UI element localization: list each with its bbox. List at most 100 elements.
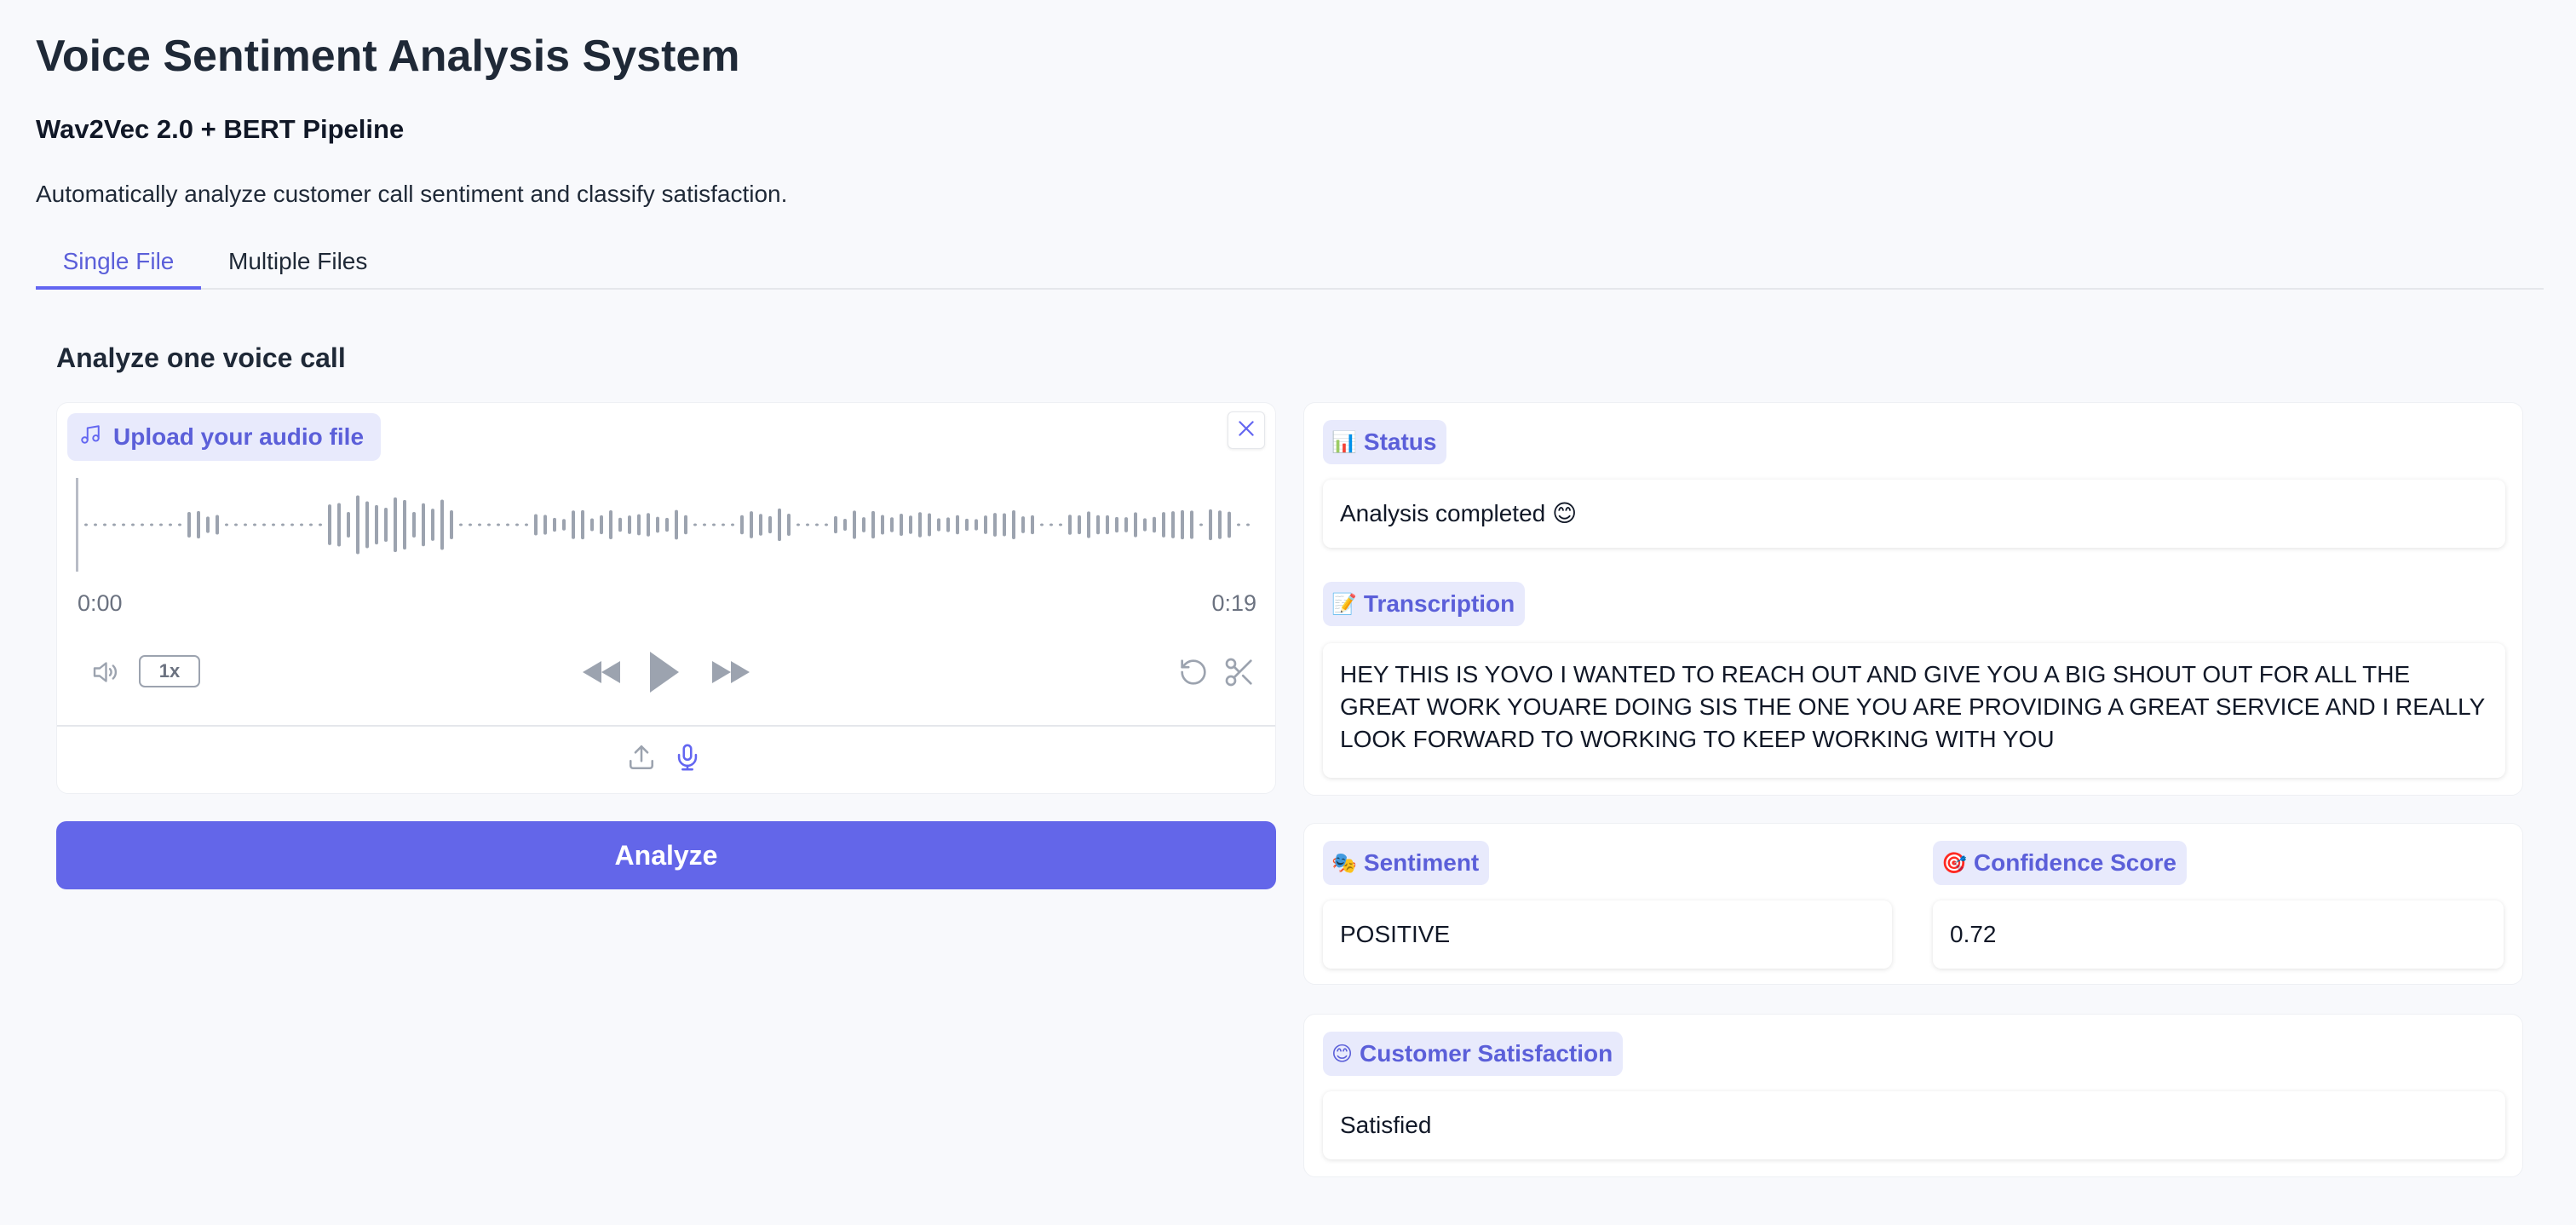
- fast-forward-icon[interactable]: [710, 655, 752, 689]
- waveform-bar: [1134, 512, 1137, 538]
- waveform-bar: [1115, 516, 1118, 533]
- waveform-bar: [122, 523, 125, 526]
- waveform-bar: [1209, 509, 1212, 541]
- waveform-bar: [403, 499, 406, 550]
- app-title: Voice Sentiment Analysis System: [36, 32, 740, 81]
- waveform-bar: [1087, 511, 1090, 538]
- waveform-bar: [1153, 516, 1156, 533]
- audio-panel: Upload your audio file 0:00 0:19 1x: [56, 402, 1276, 794]
- waveform-bar: [909, 515, 912, 534]
- app-description: Automatically analyze customer call sent…: [36, 181, 788, 207]
- waveform-bar: [1012, 510, 1015, 539]
- waveform-bar: [834, 515, 837, 534]
- waveform-bar: [600, 515, 603, 535]
- waveform-bar: [1021, 516, 1025, 533]
- microphone-icon[interactable]: [670, 739, 704, 776]
- satisfaction-value: Satisfied: [1323, 1091, 2505, 1159]
- transcription-label: 📝 Transcription: [1323, 582, 1526, 626]
- waveform-bar: [815, 523, 819, 526]
- waveform-bar: [825, 523, 828, 526]
- tab-single-file[interactable]: Single File: [36, 230, 201, 290]
- waveform-bar: [281, 523, 285, 526]
- waveform-bar: [684, 515, 687, 535]
- waveform-bar: [169, 523, 172, 526]
- waveform-bar: [1106, 515, 1109, 535]
- upload-label-text: Upload your audio file: [113, 423, 365, 450]
- waveform-bar: [300, 523, 303, 526]
- audio-waveform[interactable]: [76, 478, 1260, 572]
- satisfaction-label-text: Customer Satisfaction: [1360, 1040, 1613, 1067]
- waveform-bar: [787, 513, 791, 537]
- waveform-bar: [1059, 523, 1062, 526]
- waveform-bar: [543, 515, 547, 535]
- waveform-bar: [1162, 512, 1165, 538]
- waveform-bar: [590, 518, 594, 532]
- waveform-bar: [525, 523, 528, 526]
- waveform-bar: [187, 511, 191, 538]
- volume-icon[interactable]: [86, 655, 124, 689]
- close-icon: [1235, 417, 1257, 444]
- trim-icon[interactable]: [1221, 653, 1258, 691]
- waveform-bar: [225, 523, 228, 526]
- waveform-bar: [384, 507, 388, 543]
- waveform-bar: [750, 511, 753, 538]
- clear-audio-button[interactable]: [1228, 411, 1265, 449]
- waveform-bar: [806, 523, 809, 526]
- panel-divider: [57, 725, 1275, 727]
- transcription-value: HEY THIS IS YOVO I WANTED TO REACH OUT A…: [1323, 643, 2505, 778]
- waveform-bar: [534, 514, 538, 536]
- playhead[interactable]: [76, 478, 78, 572]
- waveform-bar: [84, 523, 88, 526]
- rewind-icon[interactable]: [580, 655, 623, 689]
- waveform-bar: [422, 503, 425, 547]
- waveform-bar: [665, 517, 669, 532]
- waveform-bar: [94, 523, 97, 526]
- playback-speed-button[interactable]: 1x: [139, 655, 200, 687]
- waveform-bar: [450, 510, 453, 539]
- waveform-bar: [1143, 518, 1147, 532]
- upload-label: Upload your audio file: [67, 413, 382, 461]
- satisfaction-label: 😊 Customer Satisfaction: [1323, 1032, 1624, 1076]
- waveform-bar: [394, 497, 397, 553]
- status-transcription-card: 📊 Status Analysis completed 😊 📝 Transcri…: [1303, 402, 2523, 796]
- upload-icon[interactable]: [624, 740, 658, 774]
- waveform-bar: [628, 515, 631, 534]
- waveform-bar: [853, 510, 856, 539]
- confidence-label: 🎯 Confidence Score: [1933, 841, 2187, 885]
- waveform-bar: [1049, 523, 1053, 526]
- waveform-bar: [1040, 523, 1044, 526]
- target-icon: 🎯: [1941, 851, 1967, 875]
- smiley-icon: 😊: [1331, 1042, 1354, 1066]
- waveform-bar: [1124, 517, 1128, 532]
- waveform-bar: [319, 523, 322, 526]
- playback-controls: 1x: [57, 640, 1275, 699]
- waveform-bar: [141, 523, 144, 526]
- waveform-bar: [768, 515, 772, 534]
- waveform-bar: [150, 523, 153, 526]
- sentiment-card: 🎭 Sentiment POSITIVE 🎯 Confidence Score …: [1303, 823, 2523, 985]
- play-icon[interactable]: [645, 648, 682, 696]
- reset-icon[interactable]: [1175, 653, 1212, 691]
- waveform-bar: [272, 523, 275, 526]
- waveform-bar: [347, 511, 350, 538]
- waveform-bar: [862, 517, 865, 532]
- waveform-bar: [197, 510, 200, 539]
- confidence-value: 0.72: [1933, 900, 2504, 969]
- tab-multiple-files[interactable]: Multiple Files: [201, 230, 394, 290]
- waveform-bar: [1218, 510, 1222, 539]
- waveform-bar: [478, 523, 481, 526]
- analyze-button[interactable]: Analyze: [56, 821, 1276, 889]
- section-title: Analyze one voice call: [56, 342, 346, 373]
- waveform-bar: [712, 523, 716, 526]
- status-label: 📊 Status: [1323, 420, 1447, 464]
- waveform-bar: [581, 509, 584, 540]
- waveform-bar: [778, 508, 781, 542]
- waveform-bar: [890, 517, 894, 532]
- waveform-bar: [356, 495, 359, 555]
- waveform-bar: [1068, 515, 1072, 535]
- waveform-bar: [431, 509, 434, 541]
- waveform-bar: [553, 517, 556, 532]
- waveform-bar: [843, 518, 847, 532]
- waveform-bar: [975, 519, 978, 531]
- waveform-bar: [1003, 513, 1006, 537]
